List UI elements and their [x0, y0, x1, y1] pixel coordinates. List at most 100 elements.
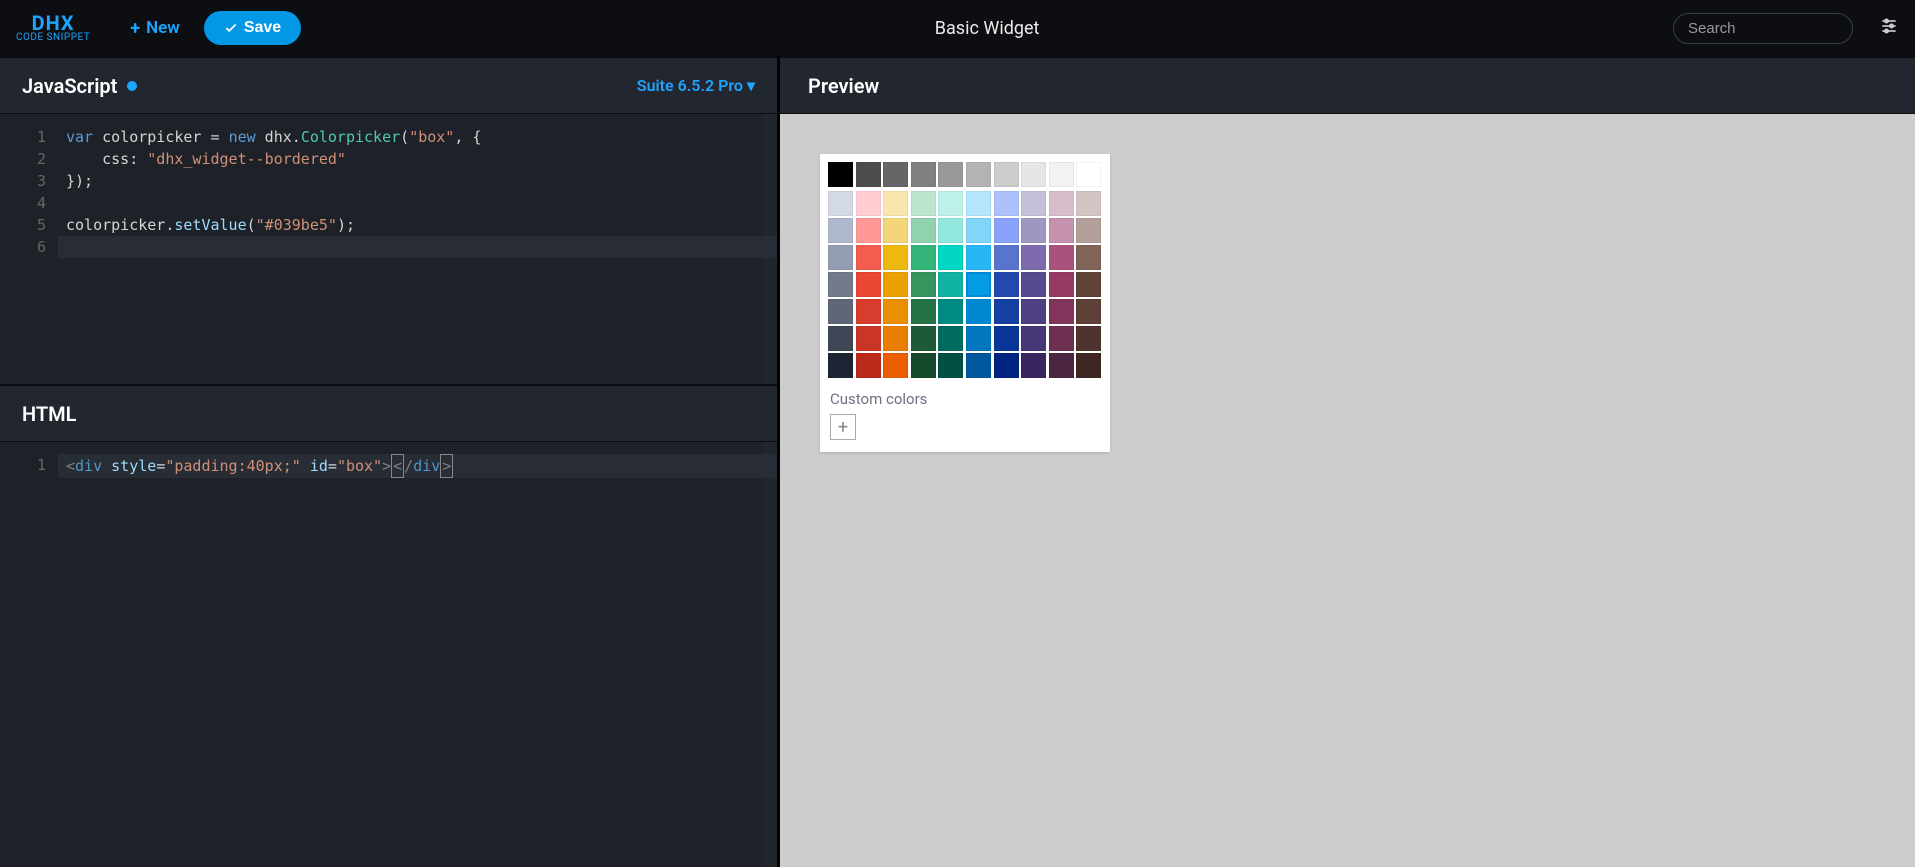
- color-swatch[interactable]: [1021, 218, 1046, 243]
- color-swatch[interactable]: [1049, 326, 1074, 351]
- html-code[interactable]: <div style="padding:40px;" id="box"></di…: [58, 442, 777, 867]
- search-input[interactable]: [1688, 20, 1887, 37]
- color-swatch[interactable]: [828, 299, 853, 324]
- color-swatch[interactable]: [856, 326, 881, 351]
- color-swatch[interactable]: [1021, 326, 1046, 351]
- settings-icon[interactable]: [1879, 16, 1899, 40]
- color-swatch[interactable]: [856, 299, 881, 324]
- color-swatch[interactable]: [1076, 353, 1101, 378]
- color-swatch[interactable]: [1049, 272, 1074, 297]
- search-box[interactable]: [1673, 13, 1853, 44]
- color-swatch[interactable]: [883, 245, 908, 270]
- color-swatch[interactable]: [994, 299, 1019, 324]
- color-swatch[interactable]: [911, 245, 936, 270]
- color-swatch[interactable]: [966, 245, 991, 270]
- color-swatch[interactable]: [994, 272, 1019, 297]
- color-swatch[interactable]: [828, 353, 853, 378]
- color-swatch[interactable]: [994, 162, 1019, 187]
- color-swatch[interactable]: [1021, 191, 1046, 216]
- color-swatch[interactable]: [1049, 299, 1074, 324]
- color-swatch[interactable]: [883, 299, 908, 324]
- color-swatch[interactable]: [828, 245, 853, 270]
- version-dropdown[interactable]: Suite 6.5.2 Pro ▾: [637, 76, 755, 95]
- page-title: Basic Widget: [313, 18, 1661, 39]
- color-swatch[interactable]: [966, 272, 991, 297]
- color-swatch[interactable]: [911, 191, 936, 216]
- color-swatch[interactable]: [994, 191, 1019, 216]
- color-swatch[interactable]: [994, 218, 1019, 243]
- color-swatch[interactable]: [938, 218, 963, 243]
- color-swatch[interactable]: [911, 299, 936, 324]
- color-swatch[interactable]: [1049, 245, 1074, 270]
- color-swatch[interactable]: [1049, 218, 1074, 243]
- minimap[interactable]: [763, 114, 777, 384]
- color-swatch[interactable]: [1021, 162, 1046, 187]
- color-swatch[interactable]: [883, 326, 908, 351]
- color-swatch[interactable]: [856, 272, 881, 297]
- color-swatch[interactable]: [966, 353, 991, 378]
- color-swatch[interactable]: [856, 191, 881, 216]
- color-swatch[interactable]: [1076, 162, 1101, 187]
- color-swatch[interactable]: [911, 326, 936, 351]
- new-button[interactable]: + New: [118, 12, 192, 45]
- add-custom-color-button[interactable]: +: [830, 414, 856, 440]
- logo-text-top: DHX: [32, 13, 75, 33]
- color-swatch[interactable]: [1021, 245, 1046, 270]
- color-swatch[interactable]: [938, 299, 963, 324]
- save-button[interactable]: Save: [204, 11, 301, 45]
- color-swatch[interactable]: [1021, 353, 1046, 378]
- color-swatch[interactable]: [856, 162, 881, 187]
- color-swatch[interactable]: [966, 218, 991, 243]
- color-swatch[interactable]: [911, 353, 936, 378]
- color-swatch[interactable]: [1049, 191, 1074, 216]
- color-swatch[interactable]: [883, 272, 908, 297]
- color-swatch[interactable]: [966, 326, 991, 351]
- logo: DHX CODE SNIPPET: [16, 13, 90, 43]
- colorpicker-widget: Custom colors +: [820, 154, 1110, 452]
- color-swatch[interactable]: [1076, 326, 1101, 351]
- color-swatch[interactable]: [883, 218, 908, 243]
- color-swatch[interactable]: [828, 326, 853, 351]
- color-swatch[interactable]: [856, 218, 881, 243]
- minimap[interactable]: [763, 442, 777, 867]
- color-swatch[interactable]: [938, 245, 963, 270]
- check-icon: [224, 21, 238, 35]
- color-swatch[interactable]: [994, 326, 1019, 351]
- color-swatch[interactable]: [938, 191, 963, 216]
- color-swatch[interactable]: [911, 272, 936, 297]
- color-swatch[interactable]: [966, 162, 991, 187]
- html-editor[interactable]: 1 <div style="padding:40px;" id="box"></…: [0, 442, 777, 867]
- color-swatch[interactable]: [828, 272, 853, 297]
- color-swatch[interactable]: [1049, 353, 1074, 378]
- color-swatch[interactable]: [911, 162, 936, 187]
- color-swatch[interactable]: [1049, 162, 1074, 187]
- js-code[interactable]: var colorpicker = new dhx.Colorpicker("b…: [58, 114, 777, 384]
- color-swatch[interactable]: [828, 191, 853, 216]
- color-swatch[interactable]: [1076, 218, 1101, 243]
- color-swatch[interactable]: [1076, 191, 1101, 216]
- color-swatch[interactable]: [1076, 299, 1101, 324]
- color-swatch[interactable]: [1021, 299, 1046, 324]
- new-button-label: New: [146, 18, 180, 38]
- color-swatch[interactable]: [966, 191, 991, 216]
- color-swatch[interactable]: [938, 353, 963, 378]
- color-swatch[interactable]: [1021, 272, 1046, 297]
- color-swatch[interactable]: [911, 218, 936, 243]
- color-swatch[interactable]: [883, 162, 908, 187]
- color-swatch[interactable]: [856, 245, 881, 270]
- color-swatch[interactable]: [938, 272, 963, 297]
- color-swatch[interactable]: [938, 162, 963, 187]
- color-swatch[interactable]: [994, 245, 1019, 270]
- color-swatch[interactable]: [883, 353, 908, 378]
- color-swatch[interactable]: [938, 326, 963, 351]
- color-swatch[interactable]: [1076, 245, 1101, 270]
- color-swatch[interactable]: [966, 299, 991, 324]
- color-swatch[interactable]: [1076, 272, 1101, 297]
- color-swatch[interactable]: [883, 191, 908, 216]
- left-column: JavaScript Suite 6.5.2 Pro ▾ 123456 var …: [0, 56, 780, 867]
- color-swatch[interactable]: [994, 353, 1019, 378]
- color-swatch[interactable]: [828, 218, 853, 243]
- color-swatch[interactable]: [828, 162, 853, 187]
- color-swatch[interactable]: [856, 353, 881, 378]
- js-editor[interactable]: 123456 var colorpicker = new dhx.Colorpi…: [0, 114, 777, 384]
